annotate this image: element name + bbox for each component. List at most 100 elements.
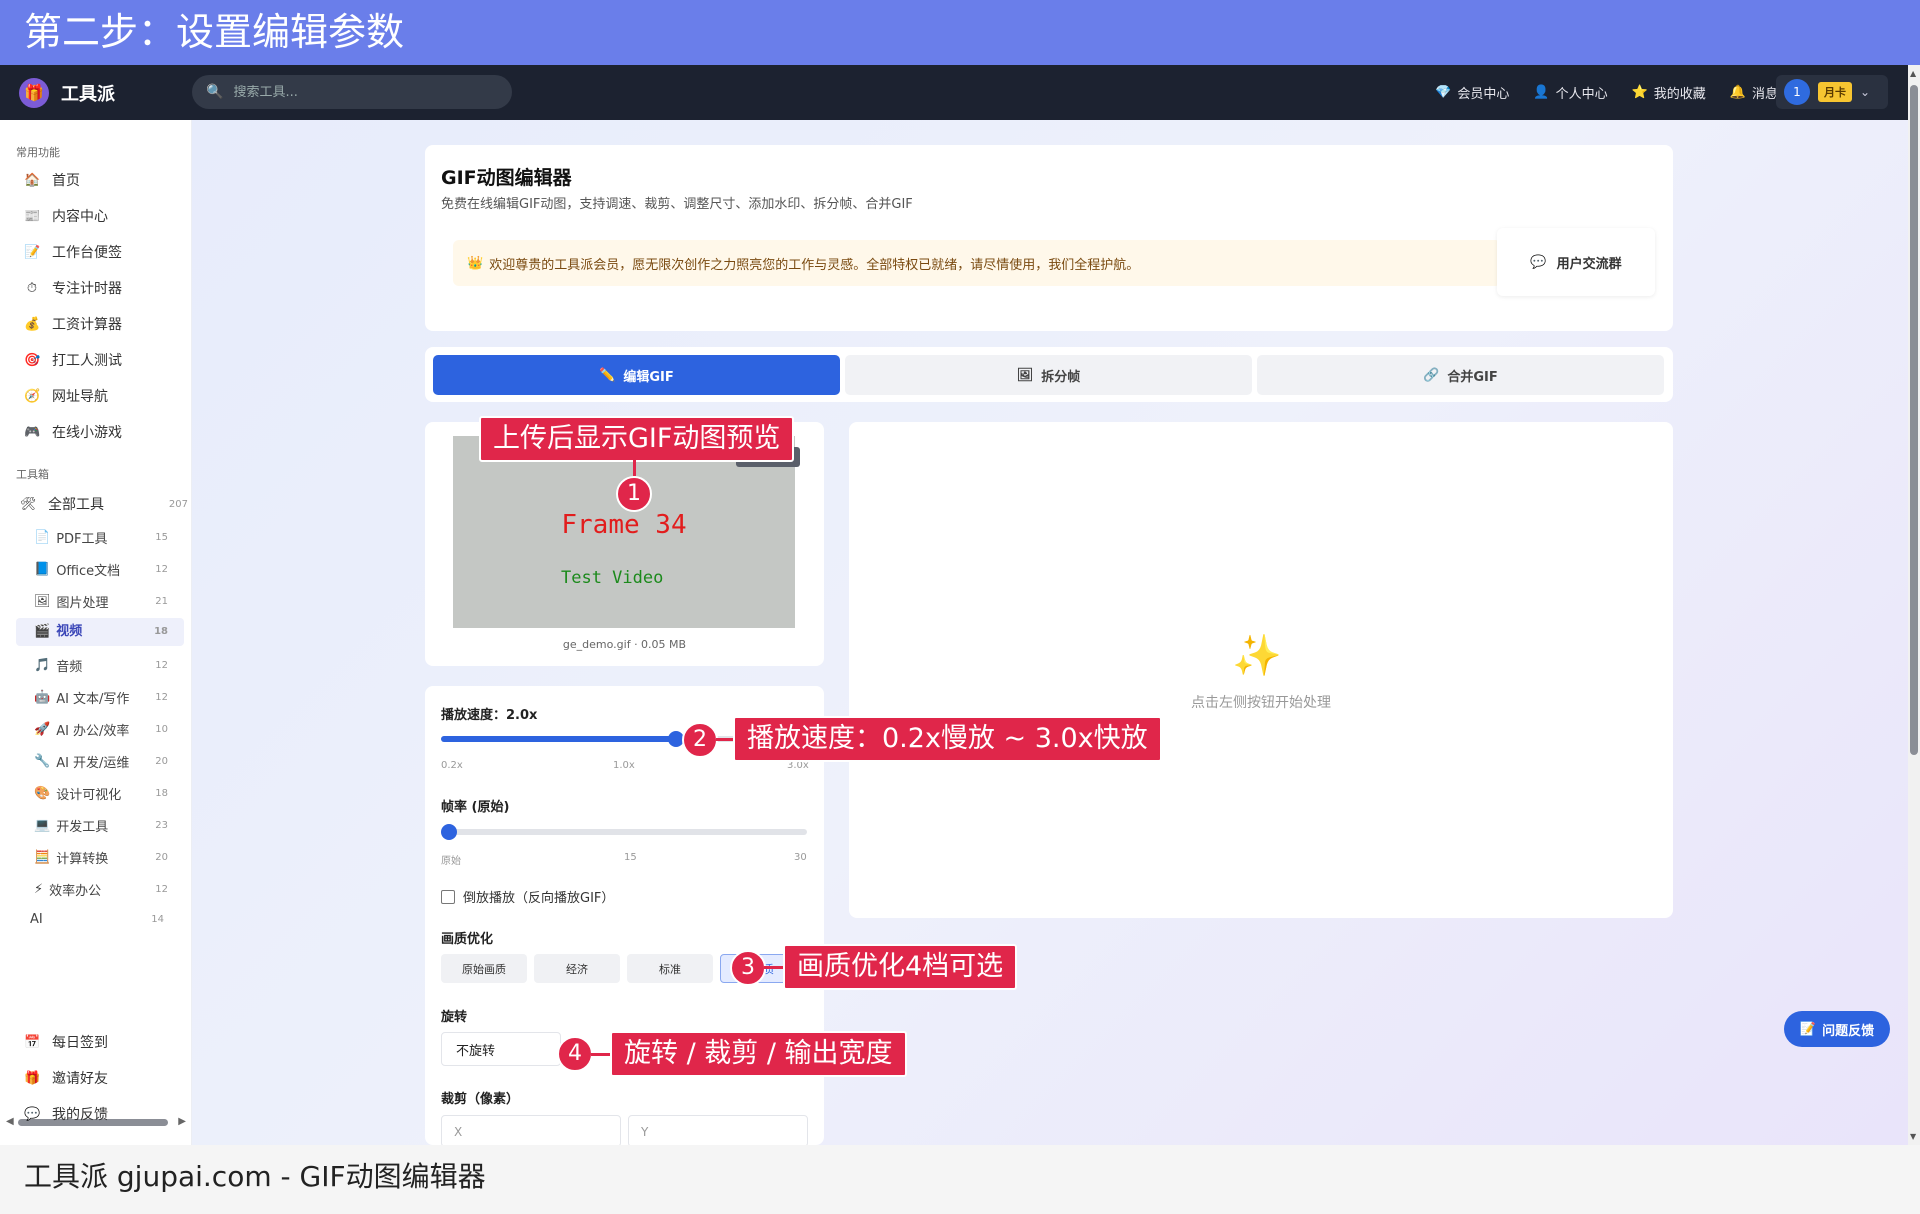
memo-icon: 📝	[1799, 1021, 1817, 1037]
scroll-left-icon[interactable]: ◀	[6, 1116, 14, 1127]
sidebar-item-label: 邀请好友	[52, 1071, 108, 1087]
sidebar-section-common: 常用功能	[16, 146, 60, 159]
checkbox-box[interactable]	[441, 889, 455, 904]
palette-icon: 🎨	[34, 786, 51, 801]
scroll-up-icon[interactable]: ▲	[1910, 69, 1916, 78]
nav-links: 💎 会员中心 👤 个人中心 ⭐ 我的收藏 🔔 消息	[1435, 65, 1778, 120]
sidebar-item-dev-tools[interactable]: 💻 开发工具 23	[34, 816, 184, 835]
user-group-button[interactable]: 💬 用户交流群	[1497, 228, 1655, 296]
wrench-icon: 🔧	[34, 754, 51, 769]
sidebar-item-label: 视频	[56, 624, 83, 639]
note-icon: 📝	[24, 244, 41, 260]
count-badge: 207	[168, 498, 188, 510]
nav-link-messages[interactable]: 🔔 消息	[1730, 83, 1778, 102]
logo-text[interactable]: 工具派	[61, 80, 115, 106]
feedback-button[interactable]: 📝 问题反馈	[1784, 1011, 1890, 1047]
sidebar-item-label: 内容中心	[52, 209, 108, 225]
sidebar-item-checkin[interactable]: 📅 每日签到	[24, 1032, 108, 1052]
tab-edit-gif[interactable]: ✏️ 编辑GIF	[433, 355, 840, 395]
sidebar-item-navigation[interactable]: 🧭 网址导航	[24, 386, 108, 406]
sidebar-item-image[interactable]: 🖼 图片处理 21	[34, 592, 184, 611]
image-icon: 🖼	[1016, 367, 1034, 383]
sidebar-item-salary[interactable]: 💰 工资计算器	[24, 314, 122, 334]
music-icon: 🎵	[34, 658, 51, 673]
logo-icon[interactable]: 🎁	[19, 77, 49, 108]
feedback-label: 问题反馈	[1822, 1023, 1875, 1039]
scroll-right-icon[interactable]: ▶	[178, 1116, 186, 1127]
sidebar-item-label: 首页	[52, 173, 80, 189]
quality-title: 画质优化	[441, 932, 494, 947]
speed-tick-mid: 1.0x	[613, 760, 635, 771]
page-title: GIF动图编辑器	[441, 167, 572, 189]
user-menu[interactable]: 1 月卡 ⌄	[1776, 75, 1888, 109]
sidebar-item-label: 专注计时器	[52, 281, 122, 297]
tab-split-frames[interactable]: 🖼 拆分帧	[845, 355, 1252, 395]
sidebar-item-feedback[interactable]: 💬 我的反馈	[24, 1104, 108, 1124]
sidebar-item-pdf[interactable]: 📄 PDF工具 15	[34, 528, 184, 547]
sidebar-item-games[interactable]: 🎮 在线小游戏	[24, 422, 122, 442]
crown-icon: 👑	[467, 255, 484, 271]
sidebar-item-label: 开发工具	[56, 820, 109, 835]
annotation-connector-1	[633, 460, 636, 476]
scroll-down-icon[interactable]: ▼	[1910, 1132, 1916, 1141]
sidebar-item-all-tools[interactable]: 🛠 全部工具 207	[20, 494, 188, 514]
count-badge: 20	[155, 756, 168, 767]
sidebar-item-test[interactable]: 🎯 打工人测试	[24, 350, 122, 370]
annotation-callout-2: 播放速度：0.2x慢放 ~ 3.0x快放	[733, 716, 1162, 762]
sidebar-item-convert[interactable]: 🧮 计算转换 20	[34, 848, 184, 867]
crop-y-input[interactable]: Y	[628, 1115, 808, 1147]
fps-slider-thumb[interactable]	[441, 824, 457, 840]
speed-tick-min: 0.2x	[441, 760, 463, 771]
count-badge: 21	[155, 596, 168, 607]
sidebar-item-efficiency[interactable]: ⚡ 效率办公 12	[34, 880, 184, 899]
stopwatch-icon: ⏱	[26, 280, 38, 296]
quality-original-button[interactable]: 原始画质	[441, 954, 527, 983]
sidebar-item-label: AI	[30, 912, 43, 927]
sidebar-item-ai-office[interactable]: 🚀 AI 办公/效率 10	[34, 720, 184, 739]
count-badge: 18	[154, 626, 168, 637]
sidebar-item-home[interactable]: 🏠 首页	[24, 170, 80, 190]
fps-tick-min: 原始	[441, 856, 461, 867]
fps-tick-max: 30	[794, 852, 807, 863]
nav-link-favorites[interactable]: ⭐ 我的收藏	[1632, 83, 1706, 102]
reverse-checkbox[interactable]: 倒放播放（反向播放GIF）	[441, 887, 614, 906]
sidebar-item-invite[interactable]: 🎁 邀请好友	[24, 1068, 108, 1088]
sidebar-item-label: PDF工具	[56, 532, 108, 547]
rotate-select[interactable]: 不旋转	[441, 1032, 561, 1066]
rocket-icon: 🚀	[34, 722, 51, 737]
nav-link-vip[interactable]: 💎 会员中心	[1435, 83, 1509, 102]
sidebar-item-ai[interactable]: AI 14	[30, 912, 180, 927]
crop-x-input[interactable]: X	[441, 1115, 621, 1147]
sidebar-item-ai-dev[interactable]: 🔧 AI 开发/运维 20	[34, 752, 184, 771]
calculator-icon: 🧮	[34, 850, 51, 865]
sidebar-item-timer[interactable]: ⏱ 专注计时器	[24, 278, 122, 298]
annotation-connector-2	[716, 738, 734, 741]
sidebar-item-content[interactable]: 📰 内容中心	[24, 206, 108, 226]
quality-standard-button[interactable]: 标准	[627, 954, 713, 983]
user-icon: 👤	[1533, 85, 1550, 100]
annotation-callout-3: 画质优化4档可选	[783, 944, 1018, 990]
fps-slider[interactable]	[441, 824, 807, 840]
quality-economy-button[interactable]: 经济	[534, 954, 620, 983]
sidebar-item-audio[interactable]: 🎵 音频 12	[34, 656, 184, 675]
money-bag-icon: 💰	[24, 316, 41, 332]
nav-link-profile[interactable]: 👤 个人中心	[1533, 83, 1607, 102]
sidebar-item-video[interactable]: 🎬 视频 18	[16, 618, 184, 646]
sidebar-item-office[interactable]: 📘 Office文档 12	[34, 560, 184, 579]
sidebar-item-label: 音频	[56, 660, 83, 675]
sidebar-item-label: 计算转换	[56, 852, 109, 867]
count-badge: 23	[155, 820, 168, 831]
sidebar-item-ai-writing[interactable]: 🤖 AI 文本/写作 12	[34, 688, 184, 707]
page-vertical-scrollbar[interactable]: ▲ ▼	[1908, 65, 1920, 1145]
tab-merge-gif[interactable]: 🔗 合并GIF	[1257, 355, 1664, 395]
laptop-icon: 💻	[34, 818, 51, 833]
rotate-title: 旋转	[441, 1010, 468, 1025]
count-badge: 12	[155, 564, 168, 575]
clapper-icon: 🎬	[34, 624, 51, 639]
robot-icon: 🤖	[34, 690, 51, 705]
sidebar-item-design[interactable]: 🎨 设计可视化 18	[34, 784, 184, 803]
search-input[interactable]	[233, 84, 494, 100]
sidebar-item-notes[interactable]: 📝 工作台便签	[24, 242, 122, 262]
top-navbar: 🎁 工具派 🔍 💎 会员中心 👤 个人中心 ⭐ 我的收藏 🔔 消息 1 月卡 ⌄	[0, 65, 1920, 120]
scrollbar-thumb[interactable]	[1910, 85, 1918, 755]
